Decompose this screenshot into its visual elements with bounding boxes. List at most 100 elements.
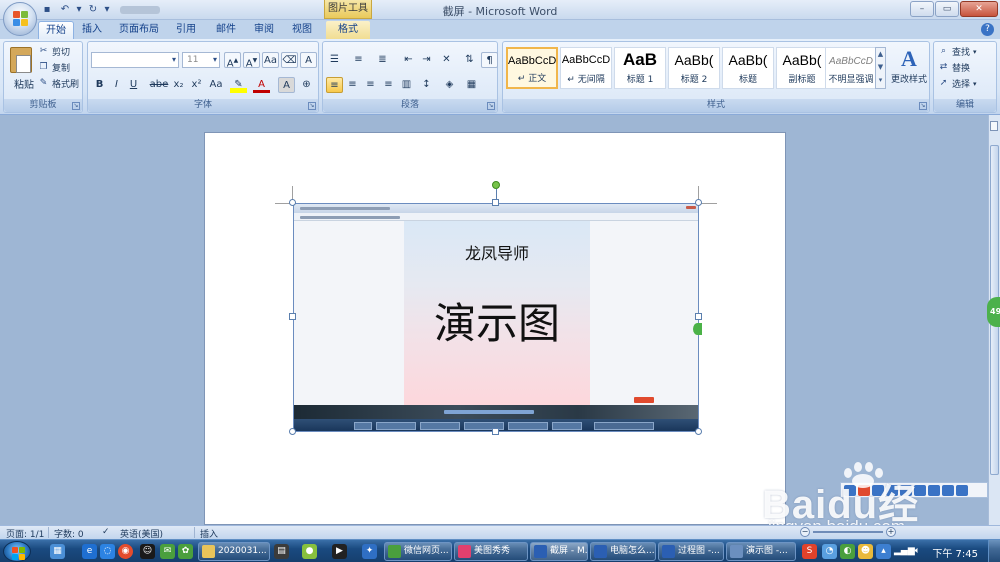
zoom-in-icon[interactable]: +: [886, 527, 896, 537]
line-spacing-icon[interactable]: ↕: [418, 77, 435, 93]
resize-handle-w[interactable]: [289, 313, 296, 320]
paragraph-launcher-icon[interactable]: ↘: [487, 102, 495, 110]
clipboard-launcher-icon[interactable]: ↘: [72, 102, 80, 110]
show-marks-icon[interactable]: ¶: [481, 52, 498, 68]
font-launcher-icon[interactable]: ↘: [308, 102, 316, 110]
replace-button[interactable]: ⇄ 替换: [938, 61, 970, 74]
font-size-combo[interactable]: 11: [182, 52, 220, 68]
resize-handle-nw[interactable]: [289, 199, 296, 206]
tab-format[interactable]: 格式: [326, 21, 370, 39]
paste-icon[interactable]: [10, 47, 32, 73]
borders-icon[interactable]: ▦: [463, 77, 480, 93]
taskbar-app-icon[interactable]: ✦: [362, 544, 377, 559]
tray-app-icon[interactable]: ◔: [822, 544, 837, 559]
tab-home[interactable]: 开始: [38, 21, 74, 39]
styles-scroll-icon[interactable]: ▲ ▼ ▾: [875, 47, 886, 89]
resize-handle-ne[interactable]: [695, 199, 702, 206]
change-case-button[interactable]: Aa: [206, 77, 226, 93]
sort-icon[interactable]: ⇅: [461, 52, 478, 68]
resize-handle-n[interactable]: [492, 199, 499, 206]
bullets-icon[interactable]: ☰: [326, 52, 343, 68]
maximize-button[interactable]: ▭: [935, 1, 959, 17]
grow-font-icon[interactable]: A▲: [224, 52, 241, 69]
network-icon[interactable]: ▂▄▆: [894, 544, 915, 559]
task-wechat-web[interactable]: 微信网页...: [384, 542, 452, 561]
multilevel-list-icon[interactable]: ≣: [374, 52, 391, 68]
align-right-icon[interactable]: ≡: [362, 77, 379, 93]
distributed-icon[interactable]: ▥: [398, 77, 415, 93]
font-color-button[interactable]: A: [253, 77, 270, 93]
tab-page-layout[interactable]: 页面布局: [116, 21, 162, 39]
office-button[interactable]: [3, 2, 37, 36]
enclose-char-icon[interactable]: ⊕: [298, 77, 315, 93]
shading-icon[interactable]: ◈: [441, 77, 458, 93]
style-heading-1[interactable]: AaB 标题 1: [614, 47, 666, 89]
align-center-icon[interactable]: ≡: [344, 77, 361, 93]
floating-assistant-badge[interactable]: 49: [987, 297, 1000, 327]
resize-handle-s[interactable]: [492, 428, 499, 435]
copy-button[interactable]: ❐ 复制: [38, 61, 70, 74]
resize-handle-sw[interactable]: [289, 428, 296, 435]
inserted-picture[interactable]: 龙凤导师 演示图: [293, 203, 699, 432]
ie-icon[interactable]: e: [82, 544, 97, 559]
start-button[interactable]: [3, 541, 31, 562]
task-demo-image[interactable]: 演示图 -...: [726, 542, 796, 561]
tab-insert[interactable]: 插入: [78, 21, 106, 39]
strikethrough-button[interactable]: abe: [148, 77, 170, 93]
task-word-screenshot[interactable]: 截屏 - M...: [530, 542, 588, 561]
help-icon[interactable]: ?: [981, 23, 994, 36]
zoom-out-icon[interactable]: −: [800, 527, 810, 537]
numbering-icon[interactable]: ≡: [350, 52, 367, 68]
highlight-icon[interactable]: ✎: [230, 77, 247, 93]
tray-app-icon[interactable]: ☻: [858, 544, 873, 559]
show-desktop-button[interactable]: [988, 540, 1000, 562]
tab-review[interactable]: 审阅: [250, 21, 278, 39]
sogou-icon[interactable]: S: [802, 544, 817, 559]
taskbar-app-icon[interactable]: ◌: [100, 544, 115, 559]
style-subtitle[interactable]: AaBb( 副标题: [776, 47, 828, 89]
decrease-indent-icon[interactable]: ⇤: [400, 52, 417, 68]
char-shading-button[interactable]: A: [278, 77, 295, 93]
find-button[interactable]: ⌕ 查找 ▾: [938, 45, 977, 58]
clear-format-icon[interactable]: ⌫: [281, 52, 298, 68]
style-no-spacing[interactable]: AaBbCcD ↵ 无间隔: [560, 47, 612, 89]
tray-app-icon[interactable]: ▴: [876, 544, 891, 559]
resize-handle-e[interactable]: [695, 313, 702, 320]
justify-icon[interactable]: ≡: [380, 77, 397, 93]
shrink-font-icon[interactable]: A▼: [243, 52, 260, 69]
italic-button[interactable]: I: [108, 77, 125, 93]
wechat-icon[interactable]: ✉: [160, 544, 175, 559]
tray-app-icon[interactable]: ◐: [840, 544, 855, 559]
clock[interactable]: 下午 7:45: [932, 545, 978, 560]
taskbar-app-icon[interactable]: ✿: [178, 544, 193, 559]
ruler-toggle-icon[interactable]: [990, 121, 998, 131]
zoom-slider[interactable]: [813, 531, 883, 533]
font-name-combo[interactable]: [91, 52, 179, 68]
task-meitu[interactable]: 美图秀秀: [454, 542, 528, 561]
style-title[interactable]: AaBb( 标题: [722, 47, 774, 89]
taskbar-app-icon[interactable]: ▤: [274, 544, 289, 559]
qq-icon[interactable]: ☺: [140, 544, 155, 559]
cut-button[interactable]: ✂ 剪切: [38, 45, 70, 58]
subscript-button[interactable]: x₂: [170, 77, 187, 93]
taskbar-app-icon[interactable]: ▶: [332, 544, 347, 559]
taskbar-app-icon[interactable]: ▦: [50, 544, 65, 559]
superscript-button[interactable]: x²: [188, 77, 205, 93]
chinese-layout-icon[interactable]: ✕: [438, 52, 455, 68]
close-button[interactable]: ✕: [960, 1, 998, 17]
task-how-computer[interactable]: 电脑怎么...: [590, 542, 656, 561]
task-process-image[interactable]: 过程图 -...: [658, 542, 724, 561]
minimize-button[interactable]: –: [910, 1, 934, 17]
styles-launcher-icon[interactable]: ↘: [919, 102, 927, 110]
style-subtle-emphasis[interactable]: AaBbCcD 不明显强调: [825, 47, 877, 89]
tab-mailings[interactable]: 邮件: [212, 21, 240, 39]
spelling-icon[interactable]: ✓: [102, 527, 110, 537]
paste-button[interactable]: 粘贴: [14, 76, 34, 91]
change-styles-button[interactable]: A 更改样式: [889, 46, 929, 85]
tab-references[interactable]: 引用: [172, 21, 200, 39]
style-normal[interactable]: AaBbCcD ↵ 正文: [506, 47, 558, 89]
char-border-icon[interactable]: A: [300, 52, 317, 68]
select-button[interactable]: ➚ 选择 ▾: [938, 77, 977, 90]
change-case-icon[interactable]: Aa: [262, 52, 279, 68]
chrome-icon[interactable]: ◉: [118, 544, 133, 559]
